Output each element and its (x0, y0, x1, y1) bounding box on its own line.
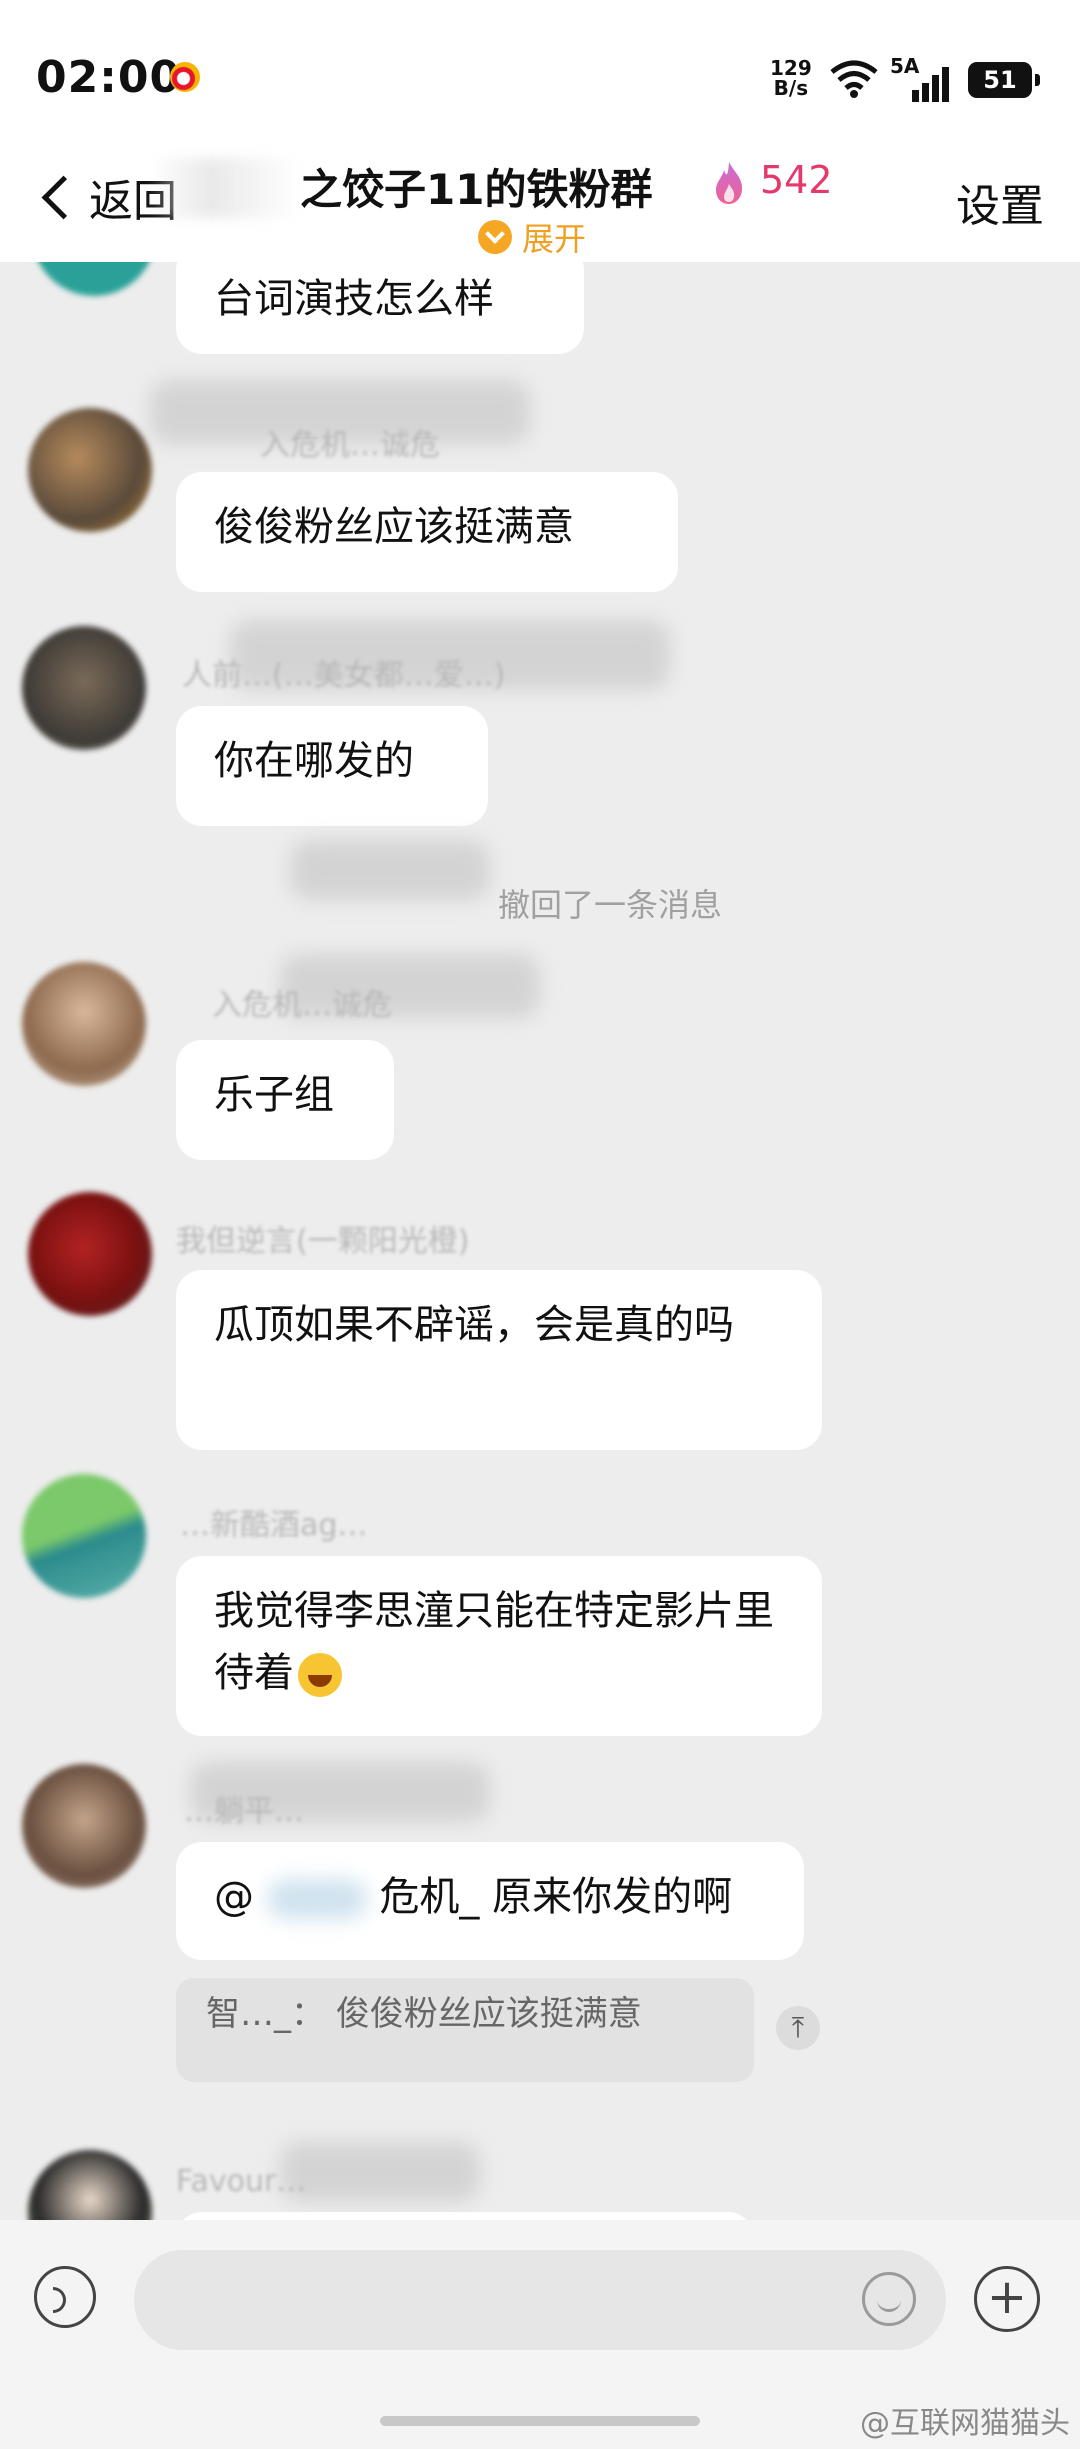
message-bubble[interactable]: 你在哪发的 (176, 706, 488, 826)
message-text: 原来你发的啊 (492, 1874, 733, 1920)
network-speed: 129 B/s (770, 58, 812, 98)
status-time: 02:00 (36, 52, 182, 103)
title-redaction (150, 158, 300, 218)
signal-icon (912, 67, 949, 102)
message-bubble[interactable]: 瓜顶如果不辟谣，会是真的吗 (176, 1270, 822, 1450)
laugh-emoji-icon (298, 1653, 342, 1697)
message-bubble[interactable]: 乐子组 (176, 1040, 394, 1160)
sender-name[interactable]: Favour… (176, 2164, 306, 2199)
network-speed-value: 129 (770, 56, 812, 80)
status-bar: 02:00 129 B/s 5A 51 (0, 0, 1080, 150)
message-bubble[interactable]: 我觉得李思潼只能在特定影片里待着 (176, 1556, 822, 1736)
chat-header: 返回 之饺子11的铁粉群 542 展开 设置 (0, 150, 1080, 262)
settings-button[interactable]: 设置 (956, 170, 1044, 234)
avatar[interactable] (28, 1192, 152, 1316)
emoji-icon[interactable] (862, 2272, 916, 2326)
expand-label: 展开 (522, 220, 587, 258)
message-text: 台词演技怎么样 (214, 276, 494, 322)
mention-link[interactable]: @ (214, 1874, 254, 1920)
sender-name[interactable]: 入危机…诚危 (212, 980, 392, 1024)
plus-icon[interactable]: + (974, 2266, 1040, 2332)
avatar[interactable] (32, 262, 156, 296)
message-text: 俊俊粉丝应该挺满意 (214, 504, 574, 550)
group-title[interactable]: 之饺子11的铁粉群 (300, 156, 652, 217)
avatar[interactable] (22, 1764, 146, 1888)
message-input[interactable] (134, 2250, 946, 2350)
message-text: 瓜顶如果不辟谣，会是真的吗 (214, 1302, 734, 1348)
jump-to-quote-icon[interactable]: ⤒ (776, 2006, 820, 2050)
quote-author: 智…_： (206, 1994, 325, 2034)
sender-name[interactable]: …躺平… (184, 1786, 304, 1830)
name-redaction (280, 2142, 480, 2202)
message-text: 你在哪发的 (214, 738, 414, 784)
sender-name[interactable]: 人前…(…美女都…爱…) (182, 650, 505, 694)
recall-notice: 撤回了一条消息 (498, 886, 723, 924)
avatar[interactable] (28, 2150, 152, 2220)
member-count: 542 (760, 158, 833, 202)
wifi-icon (830, 60, 878, 98)
quoted-message[interactable]: 智…_： 俊俊粉丝应该挺满意 (176, 1978, 754, 2082)
avatar[interactable] (22, 626, 146, 750)
message-text: 乐子组 (214, 1072, 334, 1118)
home-indicator[interactable] (380, 2416, 700, 2426)
back-chevron-icon (41, 175, 86, 219)
mention-name[interactable]: 危机_ (379, 1874, 479, 1920)
mention-redaction (266, 1879, 367, 1919)
weibo-icon (170, 62, 200, 92)
name-redaction (290, 840, 490, 900)
message-bubble[interactable]: 台词演技怎么样 (176, 262, 584, 354)
avatar[interactable] (22, 1474, 146, 1598)
avatar[interactable] (28, 408, 152, 532)
flame-icon (716, 162, 743, 204)
message-bubble[interactable] (176, 2212, 754, 2220)
avatar[interactable] (22, 962, 146, 1086)
chevron-down-icon (478, 220, 512, 254)
voice-icon[interactable] (34, 2266, 96, 2328)
message-bubble[interactable]: @ 危机_ 原来你发的啊 (176, 1842, 804, 1960)
expand-button[interactable]: 展开 (478, 214, 586, 260)
chat-message-list[interactable]: 台词演技怎么样 入危机…诚危 俊俊粉丝应该挺满意 人前…(…美女都…爱…) 你在… (0, 262, 1080, 2220)
sender-name[interactable]: …新酷酒ag… (180, 1500, 367, 1544)
quote-text: 俊俊粉丝应该挺满意 (335, 1994, 642, 2034)
battery-icon: 51 (968, 62, 1040, 98)
sender-name[interactable]: 入危机…诚危 (260, 420, 440, 464)
sender-name[interactable]: 我但逆言(一颗阳光橙) (176, 1216, 469, 1260)
message-bubble[interactable]: 俊俊粉丝应该挺满意 (176, 472, 678, 592)
network-speed-unit: B/s (773, 76, 809, 100)
watermark: @互联网猫猫头 (860, 2406, 1070, 2441)
